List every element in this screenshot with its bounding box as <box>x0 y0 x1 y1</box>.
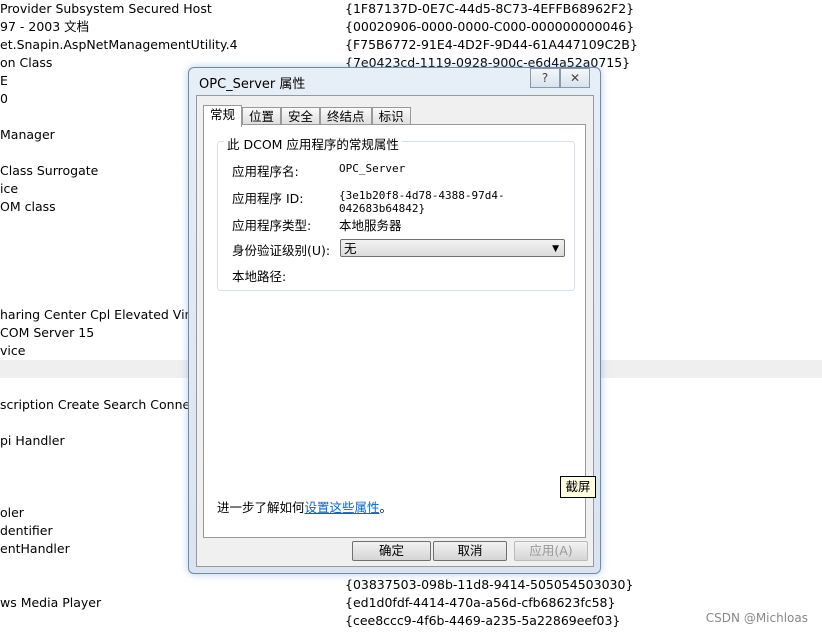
learn-more-link[interactable]: 设置这些属性 <box>305 500 380 515</box>
auth-level-select[interactable]: 无 ▼ <box>340 239 565 257</box>
app-name-value: OPC_Server <box>339 162 406 175</box>
group-title: 此 DCOM 应用程序的常规属性 <box>224 134 402 153</box>
row-guid: {00020906-0000-0000-C000-000000000046} <box>345 19 635 34</box>
row-name: E <box>0 73 8 88</box>
app-type-value: 本地服务器 <box>339 218 402 233</box>
auth-level-value: 无 <box>344 241 357 256</box>
list-row[interactable]: 97 - 2003 文档 {00020906-0000-0000-C000-000… <box>0 18 822 36</box>
row-name: Manager <box>0 127 55 142</box>
row-guid: {F75B6772-91E4-4D2F-9D44-61A447109C2B} <box>345 37 638 52</box>
row-name: dentifier <box>0 523 53 538</box>
local-path-label: 本地路径: <box>232 269 287 284</box>
row-name: 97 - 2003 文档 <box>0 19 90 34</box>
list-row[interactable]: {03837503-098b-11d8-9414-505054503030} <box>0 576 822 594</box>
row-name: scription Create Search Connector <box>0 397 215 412</box>
tab-general[interactable]: 常规 <box>203 105 243 127</box>
list-row[interactable]: {cee8ccc9-4f6b-4469-a235-5a22869eef03} <box>0 612 822 630</box>
row-name: entHandler <box>0 541 70 556</box>
general-group: 此 DCOM 应用程序的常规属性 应用程序名: OPC_Server 应用程序 … <box>217 134 575 291</box>
row-name: pi Handler <box>0 433 65 448</box>
list-row[interactable]: ws Media Player {ed1d0fdf-4414-470a-a56d-… <box>0 594 822 612</box>
row-name: oler <box>0 505 24 520</box>
app-name-label: 应用程序名: <box>232 164 299 179</box>
screenshot-tooltip: 截屏 <box>560 476 596 498</box>
row-guid: {1F87137D-0E7C-44d5-8C73-4EFFB68962F2} <box>345 1 635 16</box>
row-name: 0 <box>0 91 8 106</box>
row-name: Class Surrogate <box>0 163 99 178</box>
close-button[interactable]: ✕ <box>560 68 590 88</box>
chevron-down-icon: ▼ <box>552 244 559 254</box>
app-id-value: {3e1b20f8-4d78-4388-97d4-042683b64842} <box>339 189 505 215</box>
general-panel: 此 DCOM 应用程序的常规属性 应用程序名: OPC_Server 应用程序 … <box>203 124 586 538</box>
cancel-button[interactable]: 取消 <box>433 541 507 561</box>
row-guid: {03837503-098b-11d8-9414-505054503030} <box>345 577 634 592</box>
row-name: et.Snapin.AspNetManagementUtility.4 <box>0 37 238 52</box>
row-name: vice <box>0 343 26 358</box>
row-guid: {cee8ccc9-4f6b-4469-a235-5a22869eef03} <box>345 613 621 628</box>
row-name: on Class <box>0 55 53 70</box>
row-name: OM class <box>0 199 56 214</box>
row-name: Provider Subsystem Secured Host <box>0 1 212 16</box>
ok-button[interactable]: 确定 <box>352 541 431 561</box>
row-name: haring Center Cpl Elevated Virtual <box>0 307 214 322</box>
apply-button[interactable]: 应用(A) <box>514 541 588 561</box>
watermark: CSDN @Michloas <box>705 611 808 625</box>
list-row[interactable]: et.Snapin.AspNetManagementUtility.4 {F75B… <box>0 36 822 54</box>
dialog-title: OPC_Server 属性 <box>199 77 306 92</box>
row-guid: {ed1d0fdf-4414-470a-a56d-cfb68623fc58} <box>345 595 616 610</box>
learn-more-text: 进一步了解如何设置这些属性。 <box>217 500 393 515</box>
auth-level-label: 身份验证级别(U): <box>232 243 331 258</box>
row-name: COM Server 15 <box>0 325 95 340</box>
app-id-label: 应用程序 ID: <box>232 191 304 206</box>
properties-dialog: OPC_Server 属性 ? ✕ 常规 位置 安全 终结点 标识 此 DCOM… <box>188 67 601 574</box>
list-row[interactable]: Provider Subsystem Secured Host {1F87137D… <box>0 0 822 18</box>
help-button[interactable]: ? <box>530 68 560 88</box>
row-name: ice <box>0 181 19 196</box>
app-type-label: 应用程序类型: <box>232 218 312 233</box>
row-name: ws Media Player <box>0 595 102 610</box>
